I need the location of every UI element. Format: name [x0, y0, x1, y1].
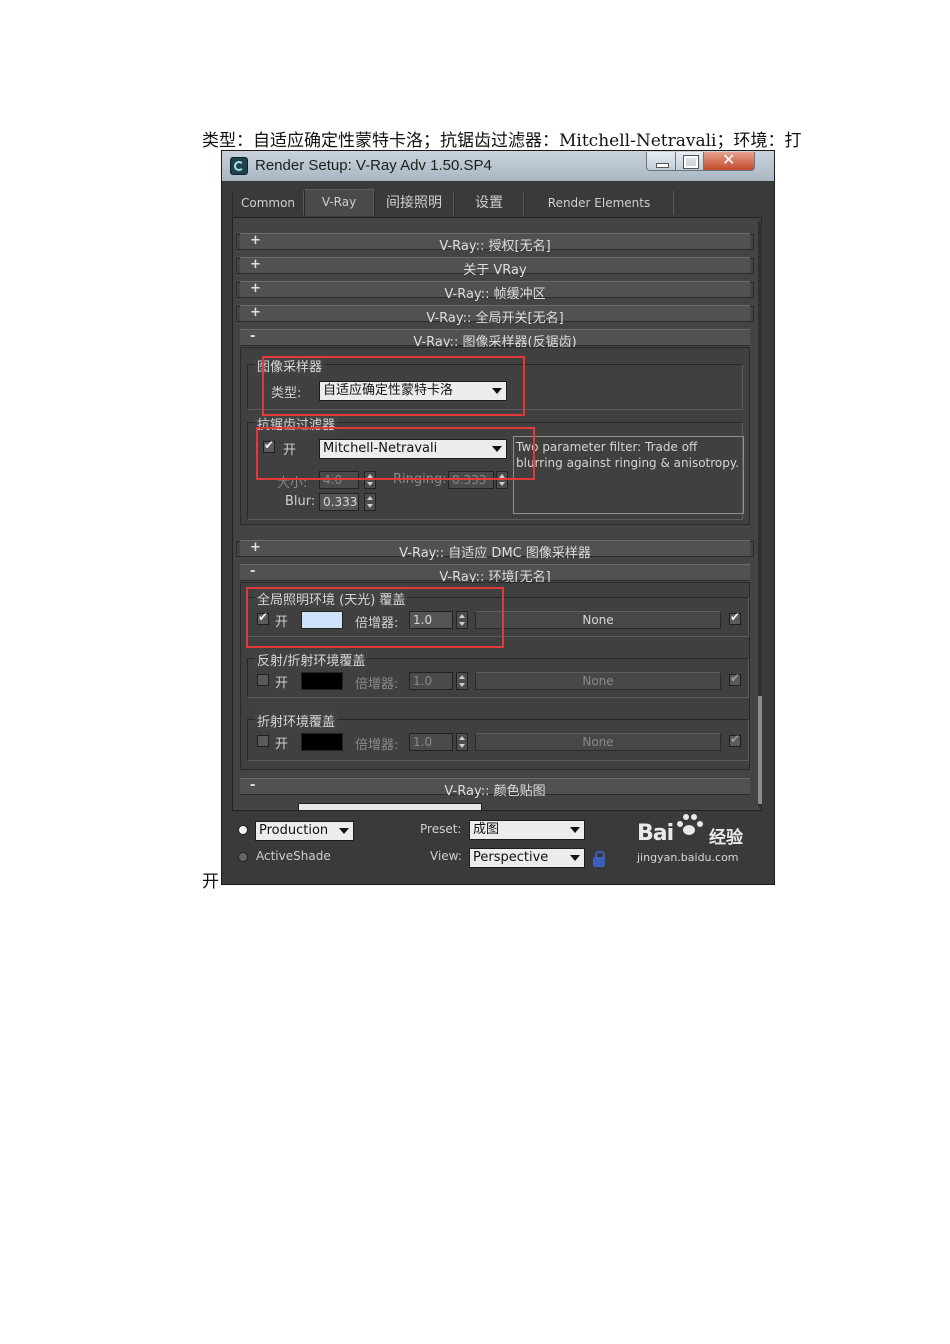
chevron-down-icon — [570, 855, 580, 861]
app-icon — [230, 157, 248, 175]
rollout-authorization[interactable]: + V-Ray:: 授权[无名] — [236, 233, 754, 254]
rollout-title: V-Ray:: 帧缓冲区 — [444, 287, 546, 302]
rollout-adaptive-dmc[interactable]: + V-Ray:: 自适应 DMC 图像采样器 — [236, 540, 754, 561]
reflection-environment-on-label: 开 — [275, 676, 289, 691]
panel-scrollbar[interactable] — [758, 221, 762, 807]
blur-spinner[interactable] — [364, 493, 376, 511]
tab-common[interactable]: Common — [232, 191, 304, 215]
rollout-image-sampler[interactable]: - V-Ray:: 图像采样器(反锯齿) — [240, 329, 750, 350]
color-mapping-partial-field — [298, 803, 482, 811]
rollout-title: V-Ray:: 授权[无名] — [439, 239, 551, 254]
tab-settings[interactable]: 设置 — [454, 191, 524, 215]
render-setup-window: Render Setup: V-Ray Adv 1.50.SP4 ✕ Commo… — [221, 150, 775, 885]
filter-description: Two parameter filter: Trade off blurring… — [513, 436, 744, 514]
blur-label: Blur: — [285, 494, 316, 509]
preset-dropdown[interactable]: 成图 — [469, 820, 585, 840]
reflection-multiplier-field[interactable]: 1.0 — [409, 672, 453, 690]
activeshade-radio[interactable] — [238, 852, 248, 862]
production-radio[interactable] — [238, 825, 248, 835]
lock-icon[interactable] — [593, 851, 605, 867]
rollout-title: V-Ray:: 全局开关[无名] — [426, 311, 564, 326]
minimize-button[interactable] — [646, 152, 676, 171]
maximize-button[interactable] — [675, 152, 704, 171]
refraction-map-button[interactable]: None — [475, 733, 721, 751]
refraction-environment-on-checkbox[interactable] — [257, 735, 269, 747]
gi-map-checkbox[interactable] — [729, 610, 741, 625]
tab-indirect-illumination[interactable]: 间接照明 — [374, 191, 454, 215]
rollout-global-switches[interactable]: + V-Ray:: 全局开关[无名] — [236, 305, 754, 326]
refraction-multiplier-label: 倍增器: — [355, 738, 399, 753]
preset-value: 成图 — [473, 822, 500, 837]
highlight-gi-environment — [246, 587, 504, 648]
scroll-thumb[interactable] — [758, 696, 762, 804]
watermark-logo: Bai — [637, 821, 674, 846]
tab-vray[interactable]: V-Ray — [304, 189, 374, 216]
reflection-multiplier-spinner[interactable] — [456, 672, 468, 690]
refraction-multiplier-field[interactable]: 1.0 — [409, 733, 453, 751]
baidu-jingyan-watermark: Bai 经验 jingyan.baidu.com — [635, 811, 765, 869]
close-button[interactable]: ✕ — [703, 150, 755, 171]
reflection-map-checkbox[interactable] — [729, 671, 741, 686]
reflection-environment-on-checkbox[interactable] — [257, 674, 269, 686]
rollout-title: V-Ray:: 颜色贴图 — [444, 784, 546, 799]
refraction-map-checkbox[interactable] — [729, 732, 741, 747]
reflection-environment-group-label: 反射/折射环境覆盖 — [255, 650, 368, 669]
view-label: View: — [430, 849, 462, 863]
production-dropdown[interactable]: Production — [255, 821, 354, 841]
rollout-title: 关于 VRay — [463, 263, 527, 278]
view-value: Perspective — [473, 850, 549, 865]
rollout-frame-buffer[interactable]: + V-Ray:: 帧缓冲区 — [236, 281, 754, 302]
reflection-multiplier-label: 倍增器: — [355, 677, 399, 692]
window-title: Render Setup: V-Ray Adv 1.50.SP4 — [255, 157, 492, 174]
rollout-color-mapping[interactable]: - V-Ray:: 颜色贴图 — [240, 778, 750, 799]
doc-line-1: 类型：自适应确定性蒙特卡洛；抗锯齿过滤器：Mitchell-Netravali；… — [202, 131, 802, 151]
rollout-title: V-Ray:: 自适应 DMC 图像采样器 — [399, 546, 591, 561]
refraction-environment-group-label: 折射环境覆盖 — [255, 711, 338, 730]
chevron-down-icon — [570, 827, 580, 833]
refraction-multiplier-spinner[interactable] — [456, 733, 468, 751]
preset-label: Preset: — [420, 822, 462, 836]
gi-map-button[interactable]: None — [475, 611, 721, 629]
highlight-aa-filter — [256, 427, 535, 480]
watermark-logo-cn: 经验 — [709, 828, 743, 848]
chevron-down-icon — [339, 828, 349, 834]
rollout-environment[interactable]: - V-Ray:: 环境[无名] — [240, 564, 750, 585]
doc-line-2: 开 — [202, 872, 219, 892]
activeshade-label: ActiveShade — [256, 849, 331, 863]
reflection-environment-color-swatch[interactable] — [301, 672, 343, 690]
tab-render-elements[interactable]: Render Elements — [524, 191, 674, 215]
blur-field[interactable]: 0.333 — [319, 493, 359, 511]
paw-icon — [675, 814, 703, 836]
refraction-environment-on-label: 开 — [275, 737, 289, 752]
view-dropdown[interactable]: Perspective — [469, 848, 585, 868]
close-icon: ✕ — [722, 150, 736, 169]
rollout-about-vray[interactable]: + 关于 VRay — [236, 257, 754, 278]
highlight-image-sampler — [262, 356, 525, 416]
reflection-map-button[interactable]: None — [475, 672, 721, 690]
production-value: Production — [259, 823, 329, 838]
refraction-environment-color-swatch[interactable] — [301, 733, 343, 751]
watermark-url: jingyan.baidu.com — [637, 851, 739, 864]
title-bar[interactable]: Render Setup: V-Ray Adv 1.50.SP4 ✕ — [222, 151, 774, 181]
